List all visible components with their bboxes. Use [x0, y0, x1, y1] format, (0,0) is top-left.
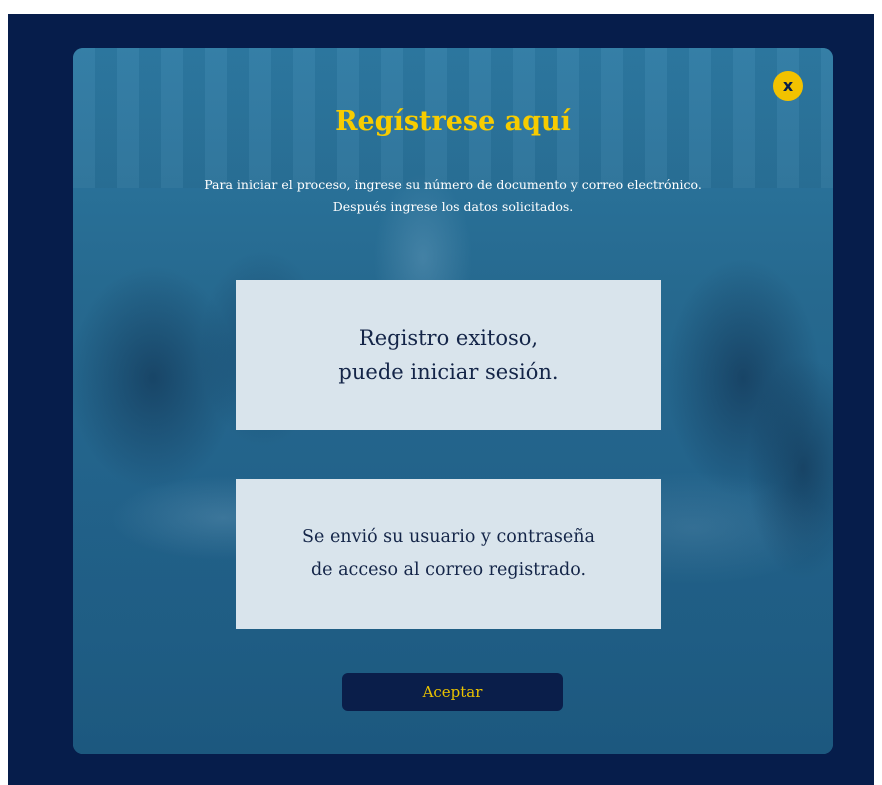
close-icon: x — [782, 76, 794, 95]
subtitle-line: Después ingrese los datos solicitados. — [332, 199, 574, 214]
accept-button[interactable]: Aceptar — [342, 673, 563, 711]
email-sent-line: Se envió su usuario y contraseña — [302, 527, 595, 547]
email-sent-card: Se envió su usuario y contraseña de acce… — [236, 479, 661, 629]
success-message-line: puede iniciar sesión. — [338, 360, 559, 384]
modal-subtitle: Para iniciar el proceso, ingrese su núme… — [73, 174, 833, 218]
modal-title: Regístrese aquí — [335, 106, 571, 137]
registration-modal: x Regístrese aquí Para iniciar el proces… — [73, 48, 833, 754]
subtitle-line: Para iniciar el proceso, ingrese su núme… — [204, 177, 702, 192]
success-message-card: Registro exitoso, puede iniciar sesión. — [236, 280, 661, 430]
close-button[interactable]: x — [773, 71, 803, 101]
success-message-line: Registro exitoso, — [358, 326, 539, 350]
email-sent-line: de acceso al correo registrado. — [310, 560, 587, 580]
